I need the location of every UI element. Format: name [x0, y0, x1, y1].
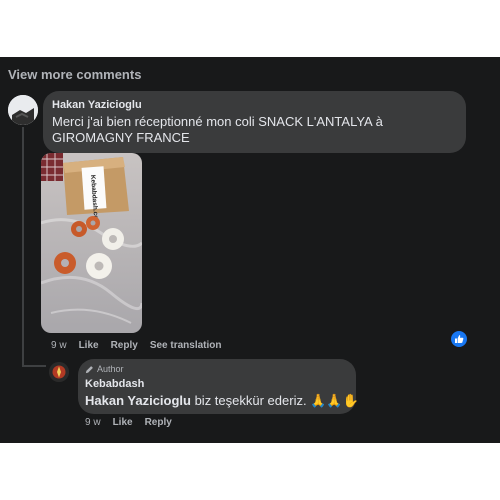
thumbs-up-icon [455, 335, 464, 343]
view-more-comments-link[interactable]: View more comments [8, 67, 141, 82]
comment-text: Merci j'ai bien réceptionné mon coli SNA… [52, 114, 383, 145]
avatar[interactable] [49, 362, 69, 382]
comment-text: Hakan Yazicioglu biz teşekkür ederiz. 🙏🙏… [85, 393, 359, 409]
comments-panel: View more comments Hakan Yazicioglu Merc… [0, 57, 500, 443]
pencil-icon [85, 365, 93, 373]
author-badge: Author [85, 364, 124, 374]
like-button[interactable]: Like [79, 340, 99, 351]
comment-body: biz teşekkür ederiz. 🙏🙏✋ [190, 393, 359, 408]
comment-author[interactable]: Kebabdash [85, 378, 144, 390]
comment-bubble: Hakan Yazicioglu Merci j'ai bien récepti… [43, 91, 466, 153]
author-badge-label: Author [97, 364, 124, 374]
comment-actions: 9 w Like Reply See translation [51, 340, 222, 351]
like-reaction-badge[interactable] [449, 329, 469, 349]
comment-author[interactable]: Hakan Yazicioglu [52, 99, 142, 111]
thread-connector [22, 365, 46, 367]
comment-photo[interactable]: Kebabdash.com [41, 153, 142, 333]
comment-actions: 9 w Like Reply [85, 417, 172, 428]
reply-button[interactable]: Reply [145, 417, 172, 428]
comment-time[interactable]: 9 w [51, 340, 67, 351]
reply-bubble: Author Kebabdash Hakan Yazicioglu biz te… [78, 359, 359, 414]
mention-link[interactable]: Hakan Yazicioglu [85, 393, 191, 408]
comment-time[interactable]: 9 w [85, 417, 101, 428]
like-button[interactable]: Like [113, 417, 133, 428]
thread-line [22, 127, 24, 367]
avatar[interactable] [8, 95, 38, 125]
see-translation-button[interactable]: See translation [150, 340, 222, 351]
reply-button[interactable]: Reply [111, 340, 138, 351]
